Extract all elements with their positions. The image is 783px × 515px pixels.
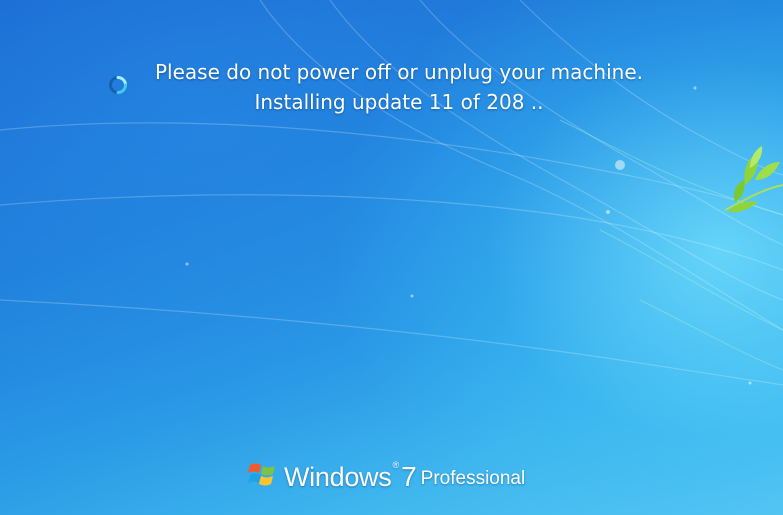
power-warning-text: Please do not power off or unplug your m… [155,60,643,84]
windows-flag-logo-icon [248,463,275,486]
windows-branding: Windows ® 7 Professional [248,452,525,492]
windows-wordmark: Windows [284,462,392,492]
update-screen: Please do not power off or unplug your m… [0,0,783,515]
plant-leaves-decoration [724,146,783,213]
registered-mark: ® [392,460,400,470]
windows-edition: Professional [420,468,526,489]
update-progress-text: Installing update 11 of 208 .. [254,90,544,114]
update-message: Please do not power off or unplug your m… [0,57,783,117]
windows-version: 7 [401,461,417,492]
